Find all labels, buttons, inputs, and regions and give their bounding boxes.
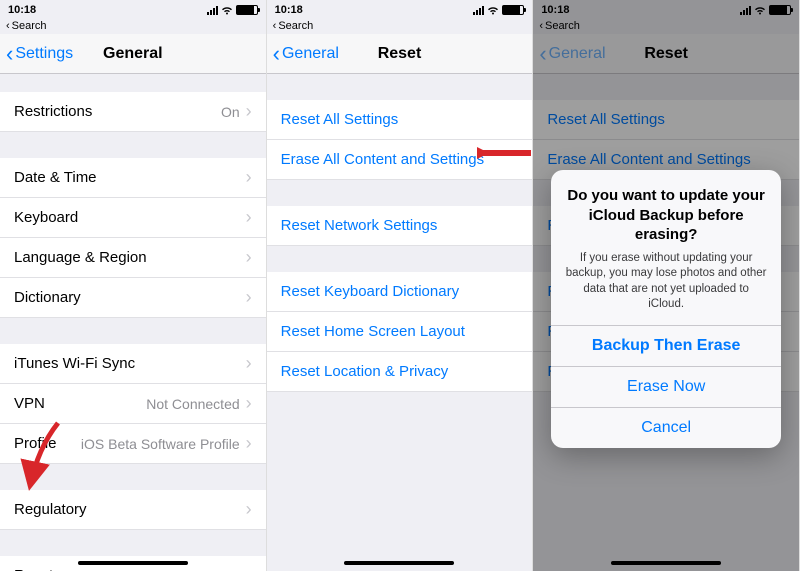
chevron-left-icon: ‹: [6, 20, 10, 32]
battery-icon: [502, 5, 524, 15]
home-indicator: [344, 561, 454, 565]
row-value: Not Connected: [146, 396, 239, 412]
row-label: Reset Network Settings: [281, 217, 519, 234]
row-reset-location[interactable]: Reset Location & Privacy: [267, 352, 533, 392]
chevron-right-icon: ›: [246, 499, 252, 520]
row-reset-network[interactable]: Reset Network Settings: [267, 206, 533, 246]
row-dictionary[interactable]: Dictionary ›: [0, 278, 266, 318]
chevron-right-icon: ›: [246, 393, 252, 414]
row-reset-home[interactable]: Reset Home Screen Layout: [267, 312, 533, 352]
row-datetime[interactable]: Date & Time ›: [0, 158, 266, 198]
signal-icon: [207, 6, 218, 15]
chevron-left-icon: ‹: [6, 43, 13, 65]
chevron-left-icon: ‹: [273, 43, 280, 65]
status-right: [473, 5, 524, 15]
row-reset-keyboard[interactable]: Reset Keyboard Dictionary: [267, 272, 533, 312]
row-label: Dictionary: [14, 289, 246, 306]
row-reset-all-settings[interactable]: Reset All Settings: [267, 100, 533, 140]
row-language[interactable]: Language & Region ›: [0, 238, 266, 278]
status-bar: 10:18: [267, 0, 533, 20]
status-right: [207, 5, 258, 15]
home-indicator: [611, 561, 721, 565]
search-back[interactable]: ‹ Search: [267, 20, 533, 34]
search-back[interactable]: ‹ Search: [0, 20, 266, 34]
wifi-icon: [487, 6, 499, 15]
row-regulatory[interactable]: Regulatory ›: [0, 490, 266, 530]
nav-bar: ‹ General Reset: [267, 34, 533, 74]
row-label: Profile: [14, 435, 81, 452]
wifi-icon: [221, 6, 233, 15]
screen-general: 10:18 ‹ Search ‹ Settings General Restri…: [0, 0, 267, 571]
row-label: Reset Location & Privacy: [281, 363, 519, 380]
screen-reset-alert: 10:18 ‹ Search ‹ General Reset Reset All…: [533, 0, 800, 571]
chevron-right-icon: ›: [246, 207, 252, 228]
row-label: VPN: [14, 395, 146, 412]
row-label: Regulatory: [14, 501, 246, 518]
row-label: Restrictions: [14, 103, 221, 120]
backup-then-erase-button[interactable]: Backup Then Erase: [551, 325, 781, 366]
row-label: iTunes Wi-Fi Sync: [14, 355, 246, 372]
row-label: Reset Home Screen Layout: [281, 323, 519, 340]
chevron-right-icon: ›: [246, 101, 252, 122]
content: Restrictions On › Date & Time › Keyboard…: [0, 74, 266, 571]
search-back-label: Search: [278, 20, 313, 32]
content: Reset All Settings Erase All Content and…: [267, 74, 533, 392]
nav-back-button[interactable]: ‹ Settings: [0, 43, 73, 65]
row-profile[interactable]: Profile iOS Beta Software Profile ›: [0, 424, 266, 464]
chevron-right-icon: ›: [246, 167, 252, 188]
row-label: Reset All Settings: [281, 111, 519, 128]
row-label: Erase All Content and Settings: [281, 151, 519, 168]
nav-back-label: General: [282, 45, 339, 63]
chevron-left-icon: ‹: [273, 20, 277, 32]
nav-bar: ‹ Settings General: [0, 34, 266, 74]
cancel-button[interactable]: Cancel: [551, 407, 781, 448]
alert-title: Do you want to update your iCloud Backup…: [565, 186, 767, 245]
chevron-right-icon: ›: [246, 565, 252, 571]
erase-now-button[interactable]: Erase Now: [551, 366, 781, 407]
row-value: iOS Beta Software Profile: [81, 436, 240, 452]
icloud-backup-alert: Do you want to update your iCloud Backup…: [551, 170, 781, 448]
alert-message: If you erase without updating your backu…: [565, 251, 767, 313]
row-label: Keyboard: [14, 209, 246, 226]
nav-back-label: Settings: [15, 45, 73, 63]
row-value: On: [221, 104, 240, 120]
row-label: Reset Keyboard Dictionary: [281, 283, 519, 300]
home-indicator: [78, 561, 188, 565]
row-label: Language & Region: [14, 249, 246, 266]
chevron-right-icon: ›: [246, 353, 252, 374]
row-restrictions[interactable]: Restrictions On ›: [0, 92, 266, 132]
row-keyboard[interactable]: Keyboard ›: [0, 198, 266, 238]
search-back-label: Search: [12, 20, 47, 32]
signal-icon: [473, 6, 484, 15]
row-label: Reset: [14, 567, 246, 571]
row-erase-all-content[interactable]: Erase All Content and Settings: [267, 140, 533, 180]
row-itunes[interactable]: iTunes Wi-Fi Sync ›: [0, 344, 266, 384]
row-vpn[interactable]: VPN Not Connected ›: [0, 384, 266, 424]
screen-reset: 10:18 ‹ Search ‹ General Reset Reset All…: [267, 0, 534, 571]
status-time: 10:18: [275, 4, 303, 16]
status-time: 10:18: [8, 4, 36, 16]
nav-back-button[interactable]: ‹ General: [267, 43, 339, 65]
chevron-right-icon: ›: [246, 287, 252, 308]
chevron-right-icon: ›: [246, 433, 252, 454]
status-bar: 10:18: [0, 0, 266, 20]
battery-icon: [236, 5, 258, 15]
chevron-right-icon: ›: [246, 247, 252, 268]
row-label: Date & Time: [14, 169, 246, 186]
